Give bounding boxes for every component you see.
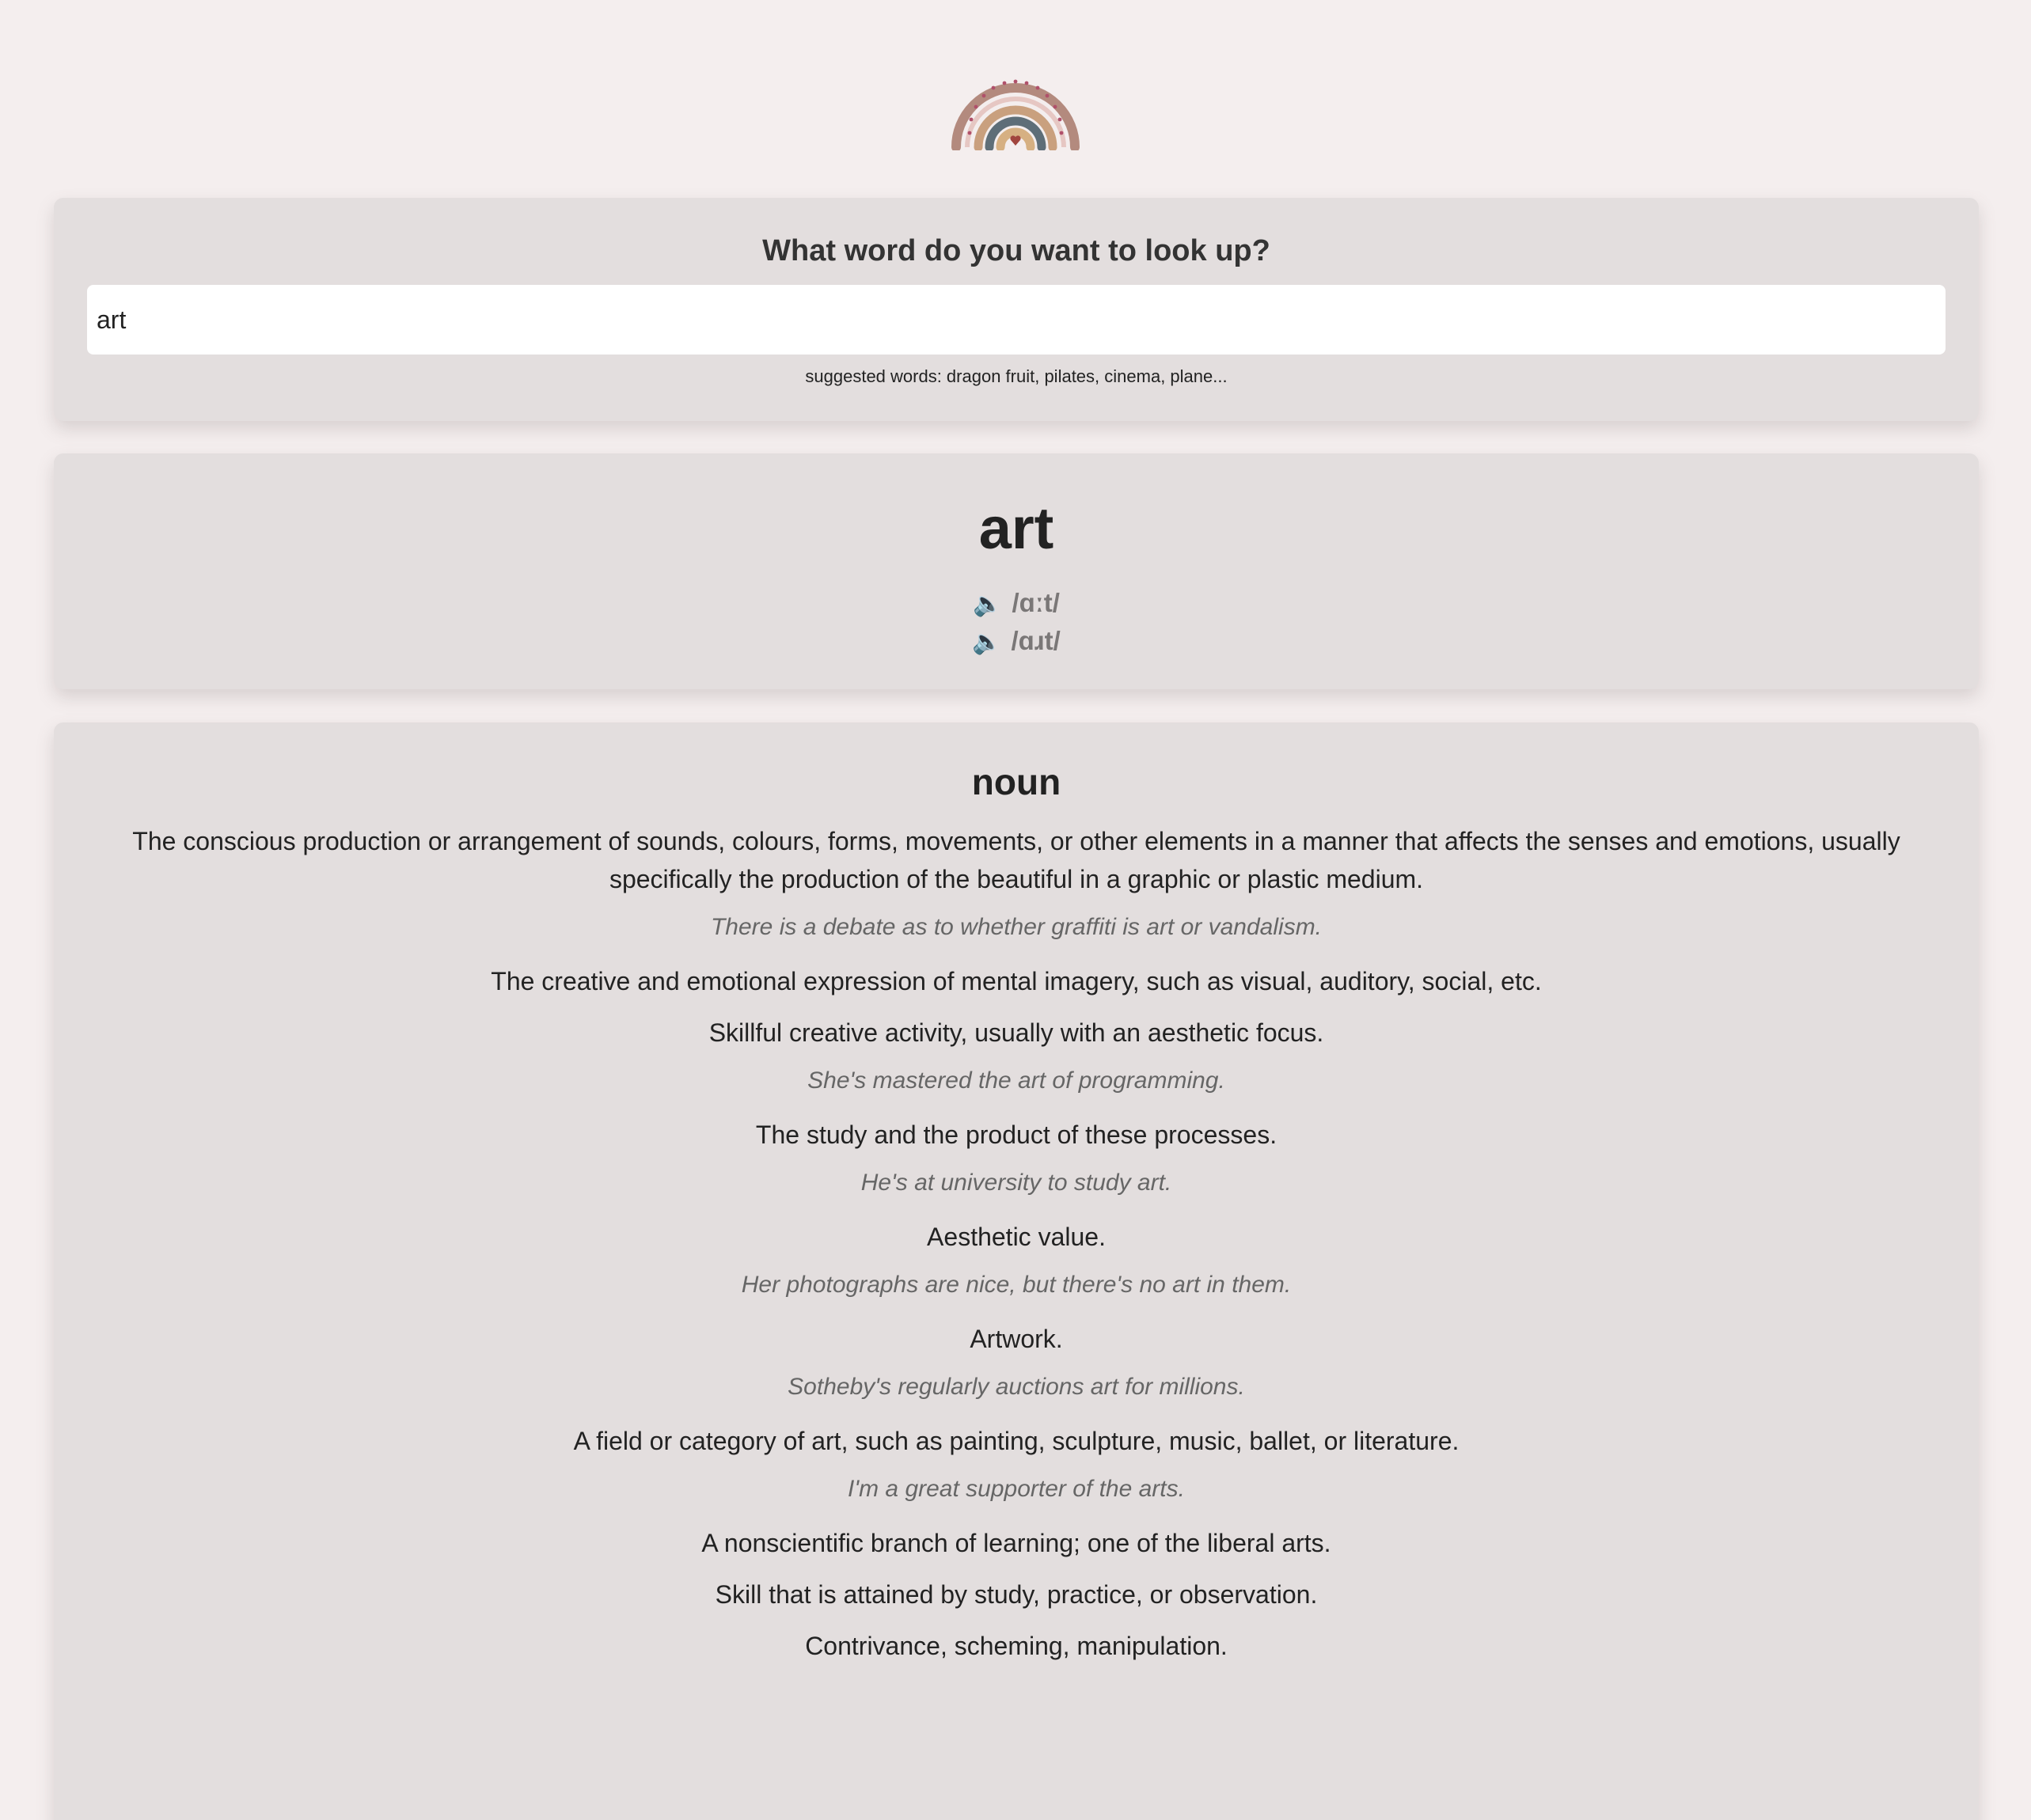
definition-item: Skillful creative activity, usually with… [111,1014,1922,1097]
definitions-list: The conscious production or arrangement … [111,822,1922,1678]
phonetic-text: /ɑːt/ [1012,588,1060,617]
definition-text: Artwork. [970,1325,1063,1353]
definition-text: A nonscientific branch of learning; one … [701,1529,1331,1557]
definition-item: A field or category of art, such as pain… [111,1422,1922,1505]
definition-text: Skillful creative activity, usually with… [708,1018,1324,1047]
definition-example: Her photographs are nice, but there's no… [741,1272,1292,1298]
definition-item: Contrivance, scheming, manipulation. [111,1627,1922,1665]
definition-example: He's at university to study art. [860,1170,1172,1196]
definition-item: A nonscientific branch of learning; one … [111,1524,1922,1562]
dictionary-page: What word do you want to look up? sugges… [0,0,2031,1820]
definition-text: Skill that is attained by study, practic… [715,1580,1318,1609]
search-title: What word do you want to look up? [762,234,1270,267]
phonetic-audio-button[interactable]: 🔈 /ɑɹt/ [54,622,1979,660]
speaker-icon: 🔈 [972,629,1002,655]
part-of-speech: noun [971,761,1061,802]
definition-text: A field or category of art, such as pain… [573,1427,1460,1455]
definition-item: Skill that is attained by study, practic… [111,1575,1922,1613]
definition-example: Sotheby's regularly auctions art for mil… [788,1374,1245,1400]
word-title: art [978,495,1054,561]
definition-text: Contrivance, scheming, manipulation. [805,1632,1228,1660]
definition-item: Artwork. Sotheby's regularly auctions ar… [111,1320,1922,1403]
definition-text: The study and the product of these proce… [755,1120,1277,1149]
definition-example: She's mastered the art of programming. [807,1067,1225,1094]
suggested-words: suggested words: dragon fruit, pilates, … [805,366,1228,386]
rainbow-logo-icon [951,79,1080,150]
search-card: What word do you want to look up? sugges… [54,198,1979,421]
phonetic-text: /ɑɹt/ [1011,626,1061,655]
word-header-card: art 🔈 /ɑːt/ 🔈 /ɑɹt/ [54,453,1979,689]
definition-text: Aesthetic value. [927,1223,1106,1251]
phonetic-audio-button[interactable]: 🔈 /ɑːt/ [54,584,1979,622]
definition-item: The conscious production or arrangement … [111,822,1922,943]
phonetics-list: 🔈 /ɑːt/ 🔈 /ɑɹt/ [54,584,1979,660]
definition-text: The conscious production or arrangement … [132,827,1900,893]
meanings-card: noun The conscious production or arrange… [54,722,1979,1820]
definition-example: I'm a great supporter of the arts. [848,1476,1185,1502]
speaker-icon: 🔈 [973,591,1003,617]
definition-item: The creative and emotional expression of… [111,962,1922,1000]
definition-example: There is a debate as to whether graffiti… [710,914,1323,940]
definition-item: Aesthetic value. Her photographs are nic… [111,1218,1922,1301]
definition-item: The study and the product of these proce… [111,1116,1922,1199]
definition-text: The creative and emotional expression of… [491,967,1542,995]
search-input[interactable] [87,285,1946,355]
